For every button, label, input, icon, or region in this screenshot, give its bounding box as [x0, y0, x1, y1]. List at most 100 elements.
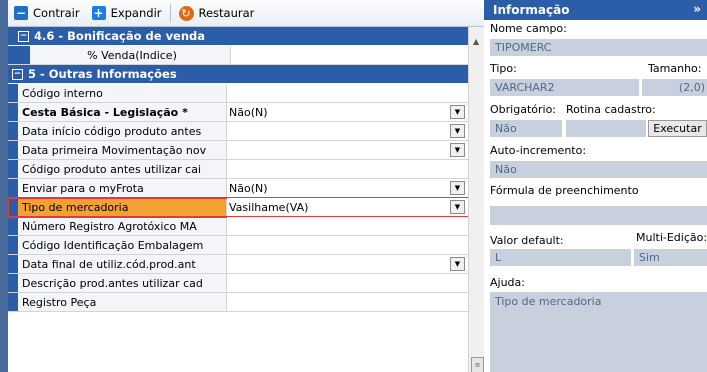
property-row[interactable]: Cesta Básica - Legislação * Não(N) ▼ [8, 103, 468, 122]
vertical-scrollbar[interactable]: ▲ ≡ [468, 27, 484, 372]
tamanho-field: (2,0) [642, 79, 707, 96]
property-name: Data início código produto antes [18, 122, 227, 140]
property-row[interactable]: Descrição prod.antes utilizar cad [8, 274, 468, 293]
group-header-outras-informacoes[interactable]: − 5 - Outras Informações [8, 65, 468, 84]
obrigatorio-field: Não [490, 120, 562, 137]
property-value-text: Vasilhame(VA) [229, 200, 309, 214]
auto-incremento-label: Auto-incremento: [490, 144, 587, 157]
formula-field [490, 206, 707, 225]
property-name: Código Identificação Embalagem [18, 236, 227, 254]
dropdown-arrow-icon[interactable]: ▼ [450, 257, 465, 271]
property-value[interactable] [227, 293, 468, 311]
tamanho-label: Tamanho: [648, 62, 702, 75]
restore-icon: ↻ [178, 5, 194, 21]
property-value[interactable]: ▼ [227, 255, 468, 273]
expand-icon: + [91, 6, 106, 20]
row-indent [8, 141, 18, 159]
tipo-label: Tipo: [490, 62, 517, 75]
property-grid: − 4.6 - Bonificação de venda % Venda(Ind… [8, 27, 469, 312]
property-value[interactable] [231, 46, 468, 64]
property-value-text: Não(N) [229, 181, 268, 195]
scroll-thumb[interactable]: ≡ [471, 357, 484, 372]
expand-button[interactable]: + Expandir [86, 2, 168, 24]
nome-campo-label: Nome campo: [490, 22, 567, 35]
property-row[interactable]: Código produto antes utilizar cai [8, 160, 468, 179]
row-indent [8, 217, 18, 235]
multi-edicao-label: Multi-Edição: [636, 231, 707, 244]
property-value[interactable]: ▼ [227, 122, 468, 140]
row-indent [8, 274, 18, 292]
property-name: % Venda(Indice) [30, 46, 231, 64]
multi-edicao-field: Sim [634, 249, 707, 266]
property-value[interactable] [227, 236, 468, 254]
dropdown-arrow-icon[interactable]: ▼ [450, 105, 465, 119]
property-row[interactable]: Data início código produto antes ▼ [8, 122, 468, 141]
property-row[interactable]: Código Identificação Embalagem [8, 236, 468, 255]
restore-label: Restaurar [198, 6, 255, 20]
property-name: Data final de utiliz.cód.prod.ant [18, 255, 227, 273]
row-indent [8, 103, 18, 121]
tipo-field: VARCHAR2 [490, 79, 639, 96]
property-name: Número Registro Agrotóxico MA [18, 217, 227, 235]
info-header: Informação » [484, 0, 707, 20]
group-header-bonificacao[interactable]: − 4.6 - Bonificação de venda [8, 27, 468, 46]
row-indent [8, 198, 18, 216]
property-name: Registro Peça [18, 293, 227, 311]
property-row[interactable]: Código interno [8, 84, 468, 103]
info-title: Informação [493, 3, 570, 17]
dropdown-arrow-icon[interactable]: ▼ [450, 143, 465, 157]
property-row[interactable]: Número Registro Agrotóxico MA [8, 217, 468, 236]
group-title: 4.6 - Bonificação de venda [34, 29, 206, 43]
row-indent [8, 122, 18, 140]
collapse-button[interactable]: − Contrair [8, 2, 86, 24]
collapse-label: Contrair [33, 6, 80, 20]
property-value[interactable]: Não(N) ▼ [227, 103, 468, 121]
property-value[interactable] [227, 84, 468, 102]
property-value[interactable]: ▼ [227, 141, 468, 159]
collapse-panel-icon[interactable]: » [693, 2, 701, 16]
row-indent [8, 236, 18, 254]
row-indent [8, 46, 30, 64]
property-value[interactable] [227, 217, 468, 235]
valor-default-label: Valor default: [490, 234, 564, 247]
dropdown-arrow-icon[interactable]: ▼ [450, 181, 465, 195]
property-row[interactable]: Enviar para o myFrota Não(N) ▼ [8, 179, 468, 198]
nome-campo-field: TIPOMERC [490, 39, 707, 56]
collapse-group-icon[interactable]: − [12, 68, 23, 80]
property-name: Cesta Básica - Legislação * [18, 103, 227, 121]
row-indent [8, 293, 18, 311]
collapse-group-icon[interactable]: − [18, 30, 29, 42]
restore-button[interactable]: ↻ Restaurar [173, 2, 261, 24]
ajuda-label: Ajuda: [490, 276, 525, 289]
dropdown-arrow-icon[interactable]: ▼ [450, 200, 465, 214]
executar-button[interactable]: Executar [648, 120, 707, 137]
property-name: Tipo de mercadoria [18, 198, 227, 216]
row-indent [8, 84, 18, 102]
properties-panel: − Contrair + Expandir ↻ Restaurar − 4.6 … [8, 0, 484, 372]
property-value[interactable]: Não(N) ▼ [227, 179, 468, 197]
collapse-icon: − [14, 6, 28, 20]
expand-label: Expandir [110, 6, 162, 20]
toolbar: − Contrair + Expandir ↻ Restaurar [8, 0, 484, 27]
property-name: Data primeira Movimentação nov [18, 141, 227, 159]
property-name: Código produto antes utilizar cai [18, 160, 227, 178]
scroll-up-icon[interactable]: ▲ [473, 37, 479, 46]
property-name: Descrição prod.antes utilizar cad [18, 274, 227, 292]
rotina-cadastro-field [566, 120, 646, 137]
property-row[interactable]: Data primeira Movimentação nov ▼ [8, 141, 468, 160]
property-row[interactable]: Registro Peça [8, 293, 468, 312]
row-indent [8, 255, 18, 273]
formula-label: Fórmula de preenchimento [490, 184, 639, 197]
rotina-cadastro-label: Rotina cadastro: [566, 103, 656, 116]
property-value-text: Não(N) [229, 105, 268, 119]
property-value[interactable]: Vasilhame(VA) ▼ [227, 198, 468, 216]
property-row[interactable]: Tipo de mercadoria Vasilhame(VA) ▼ [8, 197, 469, 218]
property-value[interactable] [227, 274, 468, 292]
property-value[interactable] [227, 160, 468, 178]
property-row[interactable]: % Venda(Indice) [8, 46, 468, 65]
property-name: Código interno [18, 84, 227, 102]
property-row[interactable]: Data final de utiliz.cód.prod.ant ▼ [8, 255, 468, 274]
ajuda-field: Tipo de mercadoria [490, 292, 707, 372]
dropdown-arrow-icon[interactable]: ▼ [450, 124, 465, 138]
auto-incremento-field: Não [490, 161, 707, 178]
